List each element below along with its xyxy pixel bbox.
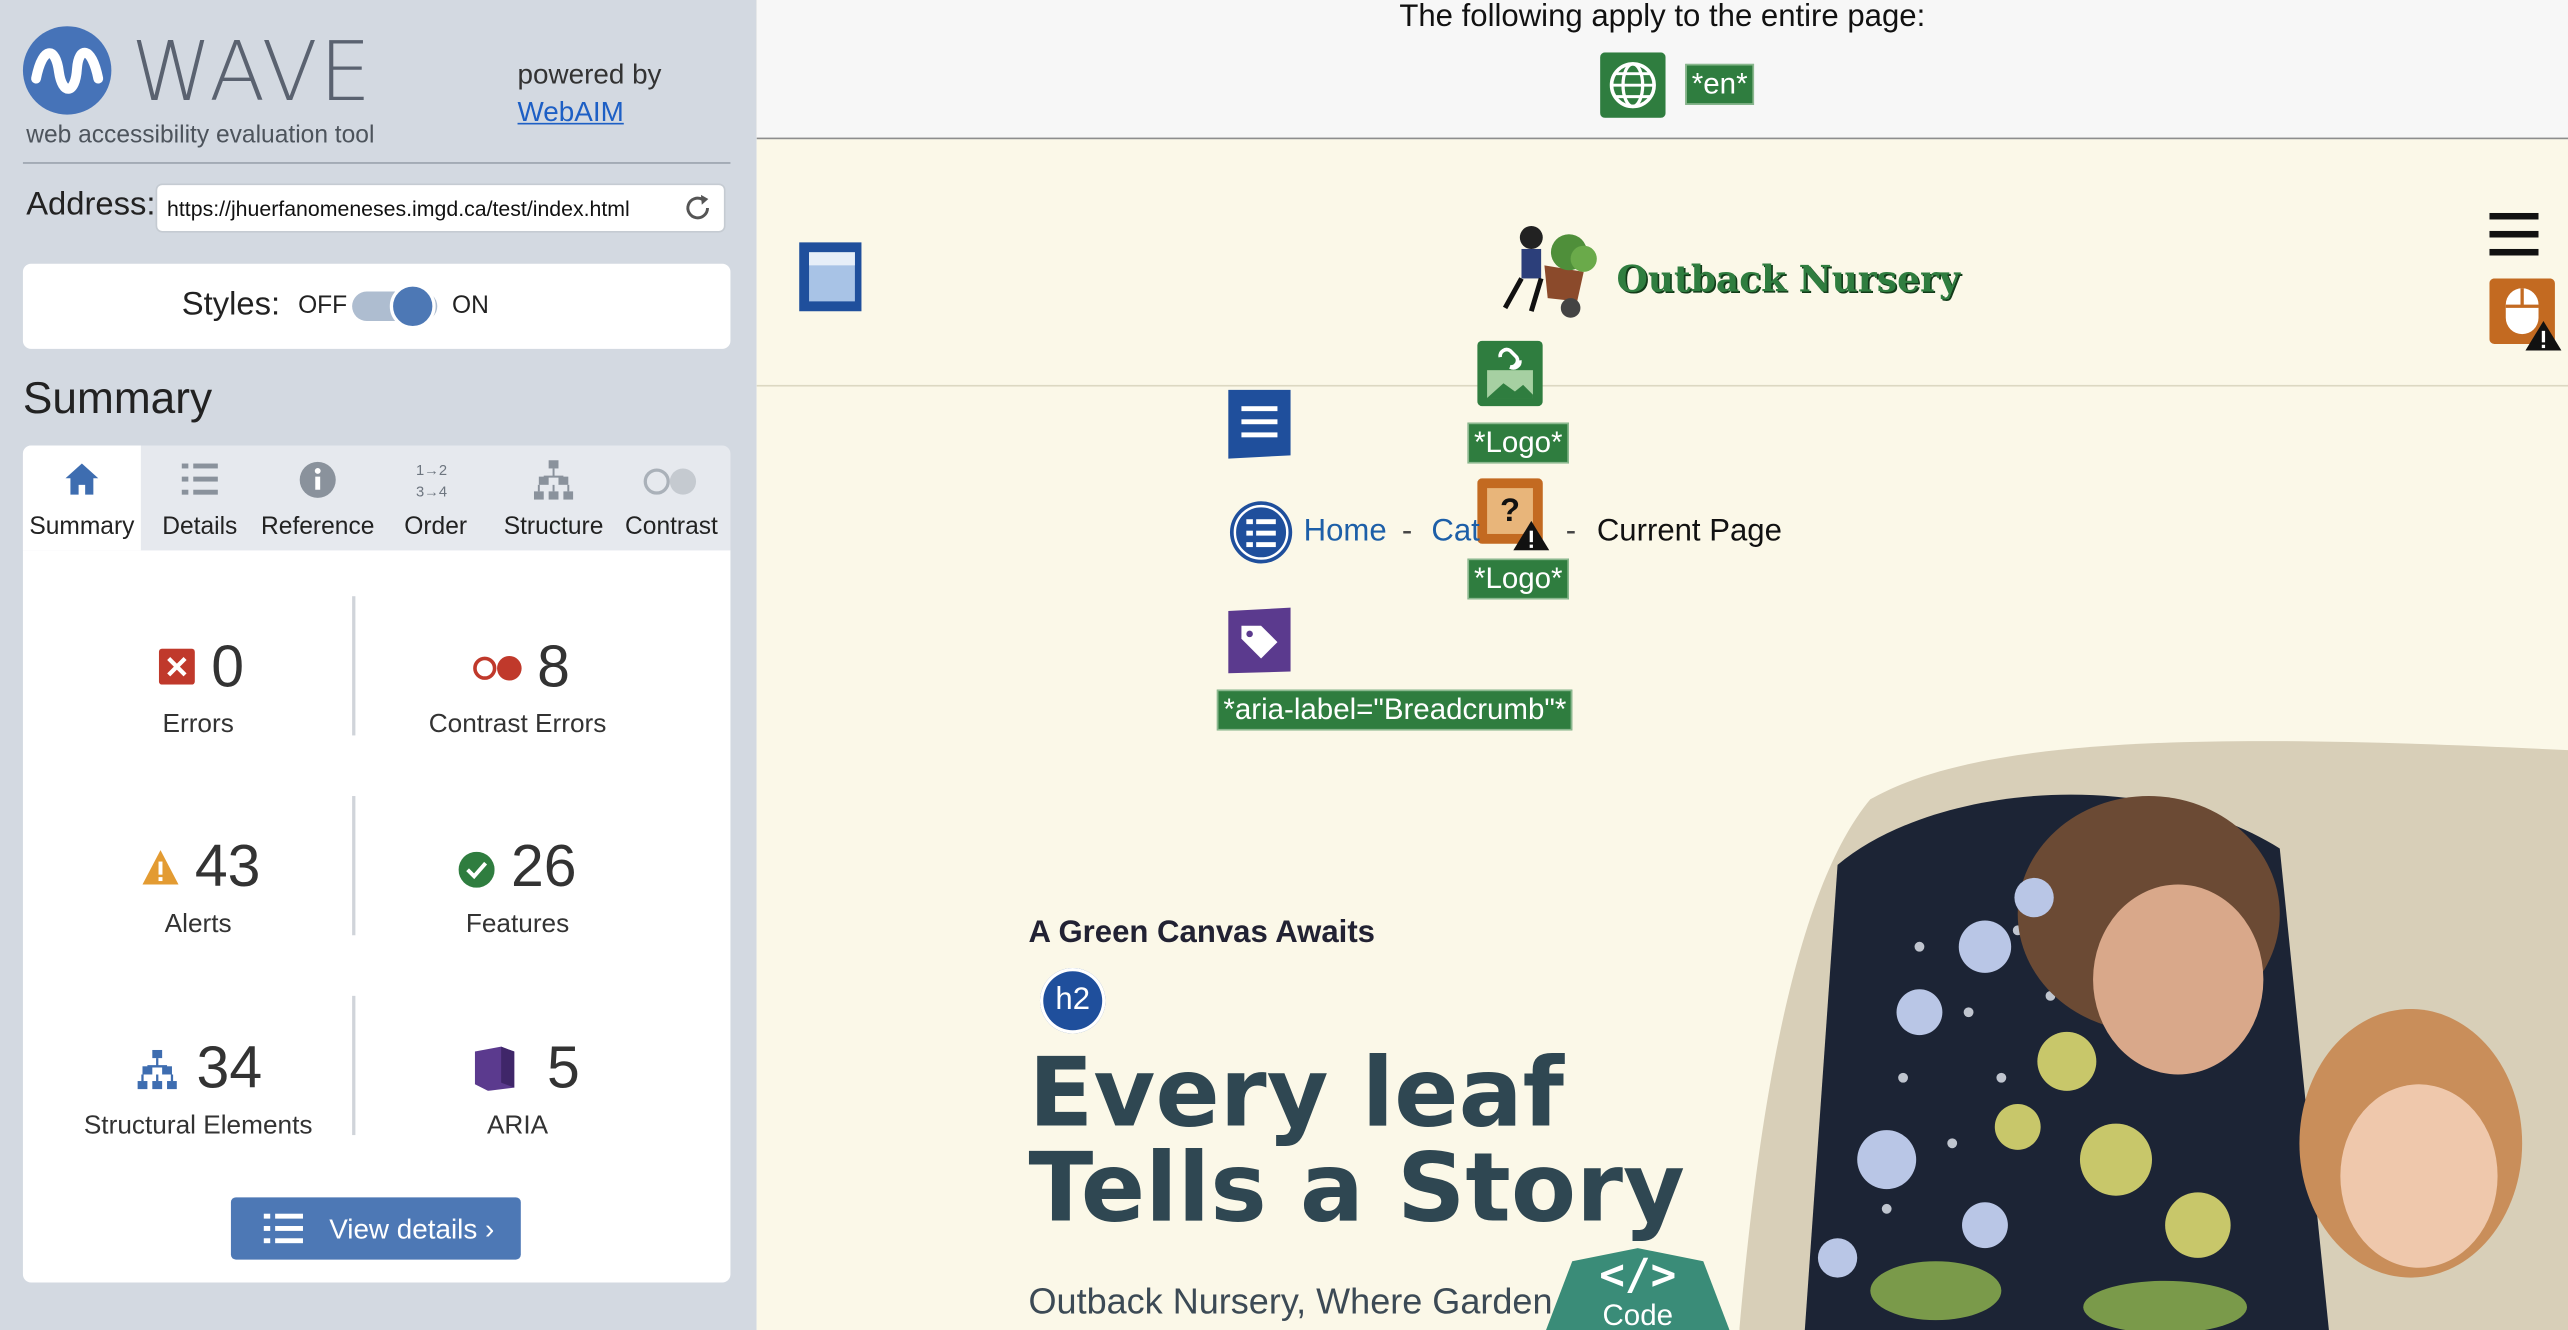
reload-icon[interactable] — [681, 192, 714, 225]
logo-alt-tag: *Logo* — [1467, 422, 1570, 464]
webaim-link[interactable]: WebAIM — [518, 97, 624, 128]
info-icon — [299, 461, 336, 498]
brand-name: Outback Nursery — [1616, 258, 1960, 302]
aria-count: 5 — [547, 1033, 580, 1101]
features-count: 26 — [510, 832, 577, 900]
tab-reference[interactable]: Reference — [259, 446, 377, 551]
wave-sidebar: WAVE web accessibility evaluation tool p… — [0, 0, 757, 1330]
tab-label: Details — [162, 512, 238, 541]
svg-text:3→4: 3→4 — [416, 484, 447, 500]
page-wide-bar: The following apply to the entire page: … — [756, 0, 2568, 140]
code-badge-label: Code — [1602, 1298, 1673, 1330]
breadcrumb-home-link[interactable]: Home — [1304, 514, 1387, 550]
error-icon — [158, 648, 195, 685]
hero-photo — [1739, 741, 2568, 1330]
wave-tagline: web accessibility evaluation tool — [26, 121, 375, 150]
address-field — [155, 183, 726, 233]
list-icon — [181, 463, 218, 495]
wave-logo-icon — [22, 26, 112, 115]
menu-icon[interactable] — [2489, 212, 2539, 256]
linked-image-icon[interactable] — [1477, 340, 1543, 407]
address-label: Address: — [26, 186, 156, 223]
aria-label: ARIA — [486, 1112, 549, 1140]
features-label: Features — [465, 910, 570, 939]
tab-label: Reference — [261, 512, 375, 541]
svg-text:1→2: 1→2 — [416, 463, 447, 479]
aria-icon — [474, 1046, 515, 1091]
breadcrumb-separator: - — [1401, 514, 1413, 549]
tab-details[interactable]: Details — [141, 446, 259, 551]
powered-by-label: powered by — [517, 58, 662, 91]
structural-label: Structural Elements — [83, 1112, 313, 1140]
summary-panel: 0 Errors 8 Contrast Errors 43 Alerts 26 … — [22, 550, 731, 1283]
aria-label-tag: *aria-label="Breadcrumb"* — [1216, 689, 1573, 731]
alerts-count: 43 — [194, 832, 261, 900]
styles-toggle-box: Styles: OFF ON — [22, 263, 731, 349]
svg-text:?: ? — [1500, 491, 1520, 528]
aria-label-tag-icon[interactable] — [1225, 606, 1294, 675]
list-icon — [263, 1213, 303, 1244]
hero-title-line: Tells a Story — [1028, 1131, 1685, 1244]
mouse-alert-icon[interactable] — [2489, 278, 2562, 351]
sidebar-divider — [22, 162, 731, 164]
breadcrumb-cat-link[interactable]: Cat — [1431, 514, 1479, 550]
region-landmark-icon[interactable] — [796, 239, 868, 314]
header-divider — [756, 384, 2568, 387]
tab-label: Order — [404, 512, 468, 541]
contrast-errors-count: 8 — [537, 632, 570, 700]
language-globe-icon[interactable] — [1600, 52, 1666, 118]
breadcrumb-list-icon[interactable] — [1228, 500, 1294, 566]
tab-order[interactable]: 1→2 3→4 Order — [377, 446, 495, 551]
h2-heading-icon[interactable]: h2 — [1039, 968, 1106, 1034]
summary-heading: Summary — [22, 373, 213, 423]
hero-title: Every leaf Tells a Story — [1029, 1045, 1685, 1235]
styles-off-label: OFF — [298, 291, 348, 320]
hero-eyebrow: A Green Canvas Awaits — [1028, 915, 1376, 950]
tab-summary[interactable]: Summary — [22, 445, 141, 551]
styles-toggle-knob[interactable] — [389, 283, 436, 330]
lang-tag: *en* — [1685, 63, 1755, 105]
breadcrumb-current: Current Page — [1596, 514, 1782, 549]
hero-subtitle: Outback Nursery, Where Garden — [1028, 1280, 1553, 1322]
navigation-landmark-icon[interactable] — [1225, 387, 1294, 462]
styles-on-label: ON — [452, 291, 489, 320]
code-toggle-button[interactable]: </> Code — [1546, 1245, 1730, 1330]
page-wide-text: The following apply to the entire page: — [1399, 0, 1926, 35]
tab-label: Structure — [503, 512, 604, 541]
wave-logo-word: WAVE — [131, 24, 373, 120]
alert-icon — [142, 850, 179, 885]
styles-label: Styles: — [181, 286, 281, 323]
contrast-icon — [643, 468, 697, 495]
panel-tabs: Summary Details Reference 1→2 3→4 Order S… — [22, 445, 731, 551]
h2-badge-label: h2 — [1055, 982, 1091, 1018]
address-input[interactable] — [167, 185, 669, 231]
order-icon: 1→23→4 — [416, 463, 447, 500]
evaluated-page: The following apply to the entire page: … — [756, 0, 2568, 1330]
tab-label: Contrast — [625, 512, 718, 541]
powered-by: powered by WebAIM — [518, 56, 662, 131]
nursery-logo-image — [1502, 226, 1597, 318]
breadcrumb-separator: - — [1565, 514, 1577, 549]
structural-icon — [137, 1049, 177, 1090]
structural-count: 34 — [196, 1033, 263, 1101]
view-details-button[interactable]: View details › — [230, 1197, 521, 1260]
home-icon — [65, 463, 99, 495]
contrast-errors-label: Contrast Errors — [428, 710, 607, 739]
tab-contrast[interactable]: Contrast — [613, 446, 731, 551]
structure-icon — [533, 460, 574, 500]
errors-count: 0 — [211, 632, 245, 700]
contrast-errors-icon — [473, 655, 522, 681]
code-icon: </> — [1599, 1251, 1677, 1301]
alerts-label: Alerts — [164, 910, 232, 939]
errors-label: Errors — [162, 710, 234, 739]
suspicious-image-alert-icon[interactable]: ? — [1477, 478, 1550, 551]
logo-alt-tag: *Logo* — [1467, 558, 1570, 600]
tab-structure[interactable]: Structure — [495, 446, 613, 551]
feature-check-icon — [458, 851, 495, 888]
view-details-label: View details › — [329, 1213, 495, 1245]
tab-label: Summary — [29, 512, 135, 541]
